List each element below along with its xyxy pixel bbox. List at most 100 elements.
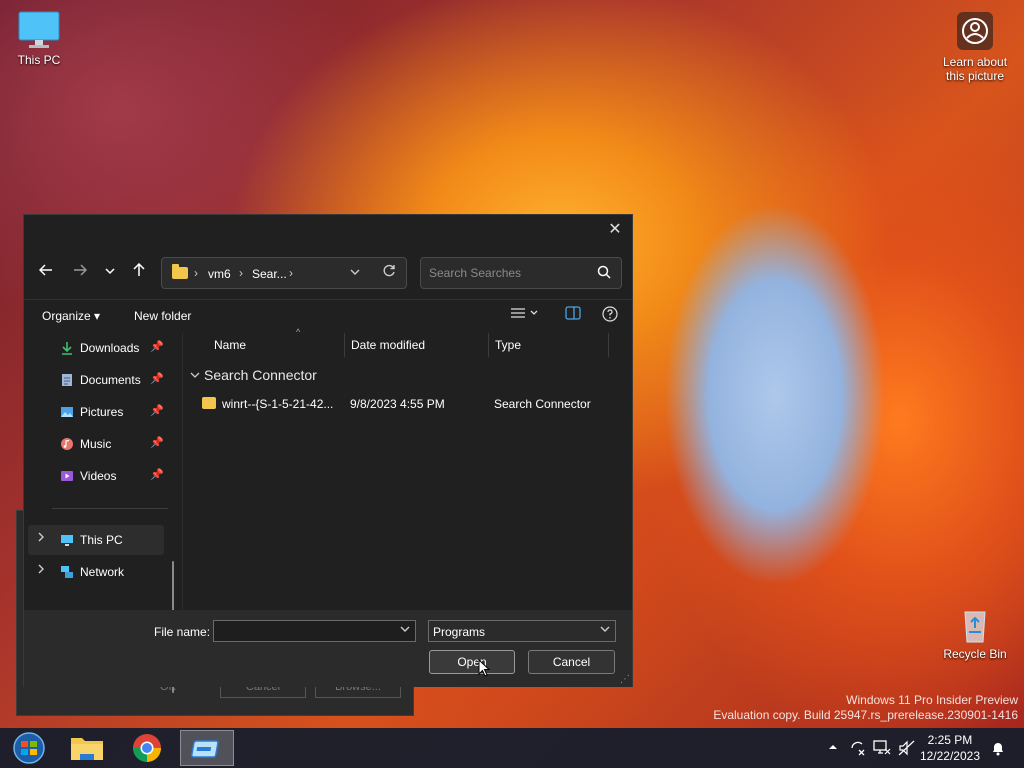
navigation-bar: › vm6 › Sear... › — [24, 255, 632, 291]
new-folder-button[interactable]: New folder — [134, 309, 191, 323]
nav-item-videos[interactable]: Videos 📌 — [28, 461, 164, 491]
speaker-muted-icon — [898, 740, 915, 756]
monitor-icon — [18, 11, 60, 48]
tray-speaker-icon[interactable] — [898, 740, 916, 759]
recycle-bin-icon — [964, 611, 986, 643]
column-header-date[interactable]: Date modified — [345, 333, 489, 357]
taskbar-chrome[interactable] — [120, 730, 174, 766]
nav-item-pictures[interactable]: Pictures 📌 — [28, 397, 164, 427]
tray-sync-icon[interactable] — [850, 740, 866, 759]
downloads-icon — [62, 342, 72, 355]
close-button[interactable]: ✕ — [602, 218, 628, 242]
file-date-cell: 9/8/2023 4:55 PM — [350, 397, 445, 411]
network-monitor-icon — [873, 740, 891, 755]
column-header-name[interactable]: ^ Name — [208, 327, 345, 357]
refresh-icon — [383, 264, 395, 277]
pin-icon: 📌 — [150, 405, 164, 417]
search-folder-icon — [202, 397, 216, 409]
chevron-down-icon — [350, 269, 360, 275]
pin-icon: 📌 — [150, 341, 164, 353]
forward-button[interactable] — [68, 263, 92, 283]
start-button[interactable] — [2, 730, 56, 766]
preview-pane-icon — [565, 306, 581, 320]
taskbar-active-app[interactable] — [180, 730, 234, 766]
camera-icon — [957, 12, 993, 50]
search-icon[interactable] — [597, 265, 611, 279]
desktop-icon-label: this picture — [945, 69, 1005, 83]
group-header[interactable]: Search Connector — [190, 367, 317, 383]
run-dialog-icon — [190, 740, 219, 758]
breadcrumb-searches[interactable]: Sear... — [252, 267, 287, 281]
desktop-icon-recycle-bin[interactable]: Recycle Bin — [940, 604, 1010, 661]
dialog-titlebar: ✕ — [24, 215, 632, 245]
up-button[interactable] — [127, 262, 151, 283]
nav-item-music[interactable]: Music 📌 — [28, 429, 164, 459]
recent-locations-button[interactable] — [98, 263, 122, 283]
help-button[interactable] — [602, 306, 618, 325]
clock-date: 12/22/2023 — [919, 749, 980, 763]
file-type-filter[interactable]: Programs — [428, 620, 616, 642]
organize-menu[interactable]: Organize ▾ — [42, 309, 100, 323]
show-hidden-icons-button[interactable] — [828, 740, 838, 755]
chevron-down-icon[interactable] — [400, 624, 410, 637]
file-name-combobox[interactable] — [213, 620, 416, 642]
desktop-icon-label: This PC — [17, 53, 61, 67]
back-button[interactable] — [34, 263, 58, 283]
open-button[interactable]: Open — [429, 650, 515, 674]
column-divider — [608, 333, 609, 357]
resize-grip-icon[interactable]: ⋰ — [620, 674, 630, 685]
address-dropdown-button[interactable] — [350, 266, 360, 280]
tray-network-icon[interactable] — [873, 740, 891, 759]
refresh-button[interactable] — [382, 264, 396, 282]
sync-off-icon — [851, 741, 865, 756]
search-input[interactable] — [429, 264, 589, 282]
pin-icon: 📌 — [150, 437, 164, 449]
nav-item-downloads[interactable]: Downloads 📌 — [28, 333, 164, 363]
desktop-icon-label: Recycle Bin — [943, 647, 1007, 661]
chevron-right-icon[interactable] — [36, 532, 46, 545]
nav-item-network[interactable]: Network — [28, 557, 164, 587]
nav-item-label: Videos — [80, 469, 117, 483]
dialog-footer: File name: Programs Open Cancel ⋰ — [24, 610, 632, 687]
breadcrumb-vm6[interactable]: vm6 — [208, 267, 231, 281]
nav-divider — [52, 508, 168, 509]
navigation-pane: Downloads 📌 Documents 📌 Pictures 📌 Music… — [24, 333, 182, 693]
view-options-button[interactable] — [510, 306, 540, 323]
cancel-button[interactable]: Cancel — [528, 650, 615, 674]
mouse-cursor-icon — [478, 659, 490, 677]
taskbar-clock[interactable]: 2:25 PM 12/22/2023 — [920, 732, 980, 764]
music-icon — [61, 438, 73, 450]
arrow-right-icon — [74, 264, 88, 276]
chevron-up-icon — [829, 745, 837, 749]
nav-item-label: This PC — [80, 533, 123, 547]
arrow-left-icon — [38, 264, 52, 276]
table-row[interactable]: winrt--{S-1-5-21-42... 9/8/2023 4:55 PM … — [198, 391, 624, 417]
chevron-down-icon — [105, 268, 115, 275]
network-icon — [61, 566, 73, 578]
notification-button[interactable] — [990, 740, 1006, 759]
nav-item-documents[interactable]: Documents 📌 — [28, 365, 164, 395]
folder-icon — [71, 738, 103, 760]
clock-time: 2:25 PM — [927, 733, 973, 747]
column-header-type[interactable]: Type — [489, 333, 609, 357]
arrow-up-icon — [133, 262, 145, 276]
file-list: ^ Name Date modified Type Search Connect… — [184, 327, 632, 610]
taskbar: 2:25 PM 12/22/2023 — [0, 728, 1024, 768]
nav-item-this-pc[interactable]: This PC — [28, 525, 164, 555]
preview-pane-button[interactable] — [565, 306, 581, 323]
search-box[interactable] — [420, 257, 622, 289]
desktop-icon-learn-picture[interactable]: Learn about this picture — [936, 10, 1014, 83]
command-bar: Organize ▾ New folder — [24, 299, 632, 331]
windows-watermark: Windows 11 Pro Insider Preview Evaluatio… — [713, 693, 1018, 723]
breadcrumb-separator: › — [239, 266, 243, 280]
chevron-right-icon[interactable] — [36, 564, 46, 577]
nav-item-label: Network — [80, 565, 125, 579]
pin-icon: 📌 — [150, 373, 164, 385]
group-label: Search Connector — [204, 367, 317, 383]
windows-logo-icon — [13, 732, 45, 764]
address-bar[interactable]: › vm6 › Sear... › — [161, 257, 407, 289]
taskbar-file-explorer[interactable] — [60, 730, 114, 766]
chevron-down-icon — [190, 372, 200, 378]
help-icon — [602, 306, 618, 322]
desktop-icon-this-pc[interactable]: This PC — [10, 10, 68, 67]
